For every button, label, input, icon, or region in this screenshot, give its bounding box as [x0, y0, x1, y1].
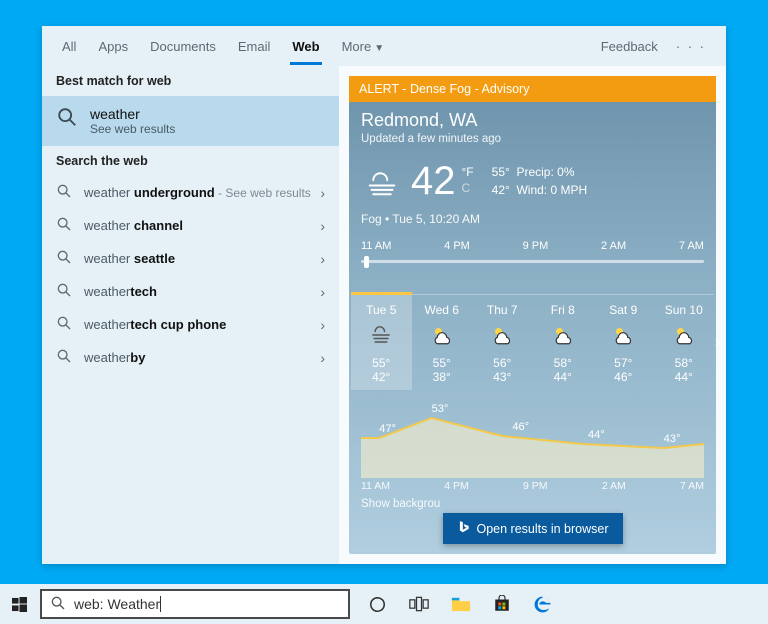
- fog-icon: [361, 161, 403, 206]
- condition-line: Fog • Tue 5, 10:20 AM: [349, 212, 716, 226]
- hour-label: 9 PM: [523, 480, 548, 492]
- forecast-day[interactable]: Sun 1058°44°: [654, 295, 715, 390]
- slider-thumb[interactable]: [364, 256, 369, 268]
- fog-icon: [351, 317, 412, 356]
- hour-slider[interactable]: 11 AM 4 PM 9 PM 2 AM 7 AM: [361, 240, 704, 280]
- start-button[interactable]: [8, 597, 30, 612]
- partly-icon: [472, 317, 533, 356]
- tab-web[interactable]: Web: [292, 39, 319, 54]
- taskbar-search[interactable]: web: Weather: [40, 589, 350, 619]
- svg-text:47°: 47°: [379, 423, 396, 435]
- tab-apps[interactable]: Apps: [98, 39, 128, 54]
- weather-location: Redmond, WA: [349, 102, 716, 133]
- weather-updated: Updated a few minutes ago: [349, 133, 716, 155]
- best-match-item[interactable]: weather See web results: [42, 96, 339, 146]
- hour-label: 7 AM: [679, 240, 704, 252]
- chevron-right-icon[interactable]: ›: [715, 334, 720, 352]
- bing-icon: [456, 520, 470, 537]
- cortana-icon[interactable]: [368, 595, 387, 614]
- results-column: Best match for web weather See web resul…: [42, 66, 339, 564]
- current-temp: 42: [411, 161, 456, 201]
- partly-icon: [533, 317, 594, 356]
- svg-text:43°: 43°: [664, 433, 681, 445]
- search-icon: [56, 348, 72, 367]
- file-explorer-icon[interactable]: [451, 596, 471, 613]
- chevron-right-icon[interactable]: ›: [320, 218, 325, 234]
- chevron-right-icon[interactable]: ›: [320, 317, 325, 333]
- best-match-title: weather: [90, 106, 325, 122]
- chevron-right-icon[interactable]: ›: [320, 251, 325, 267]
- search-icon: [56, 315, 72, 334]
- suggestion-item[interactable]: weather underground - See web results ›: [42, 176, 339, 209]
- chevron-right-icon[interactable]: ›: [320, 284, 325, 300]
- taskbar: web: Weather: [0, 584, 768, 624]
- hour-label: 4 PM: [444, 240, 470, 252]
- suggestion-item[interactable]: weatherby ›: [42, 341, 339, 374]
- temp-sparkline: 47° 53° 46° 44° 43°: [361, 398, 704, 478]
- edge-icon[interactable]: [533, 595, 552, 614]
- suggestion-item[interactable]: weather seattle ›: [42, 242, 339, 275]
- forecast-day[interactable]: Wed 655°38°: [412, 295, 473, 390]
- search-icon: [56, 249, 72, 268]
- chevron-down-icon: ▼: [374, 43, 384, 54]
- more-options-icon[interactable]: · · ·: [676, 39, 706, 54]
- current-stats: 55° Precip: 0% 42° Wind: 0 MPH: [492, 163, 588, 199]
- suggestion-item[interactable]: weather channel ›: [42, 209, 339, 242]
- search-icon: [56, 282, 72, 301]
- hour-label: 2 AM: [602, 480, 626, 492]
- task-view-icon[interactable]: [409, 596, 429, 612]
- search-panel: All Apps Documents Email Web More▼ Feedb…: [42, 26, 726, 564]
- hour-label: 11 AM: [361, 480, 390, 492]
- preview-column: ALERT - Dense Fog - Advisory Redmond, WA…: [339, 66, 726, 564]
- microsoft-store-icon[interactable]: [493, 595, 511, 613]
- best-match-header: Best match for web: [42, 66, 339, 96]
- forecast-day[interactable]: Fri 858°44°: [533, 295, 594, 390]
- show-background-link[interactable]: Show backgrou: [361, 498, 704, 510]
- chevron-right-icon[interactable]: ›: [320, 185, 325, 201]
- svg-text:44°: 44°: [588, 429, 605, 441]
- forecast-day[interactable]: Sat 957°46°: [593, 295, 654, 390]
- weather-alert[interactable]: ALERT - Dense Fog - Advisory: [349, 76, 716, 102]
- svg-text:46°: 46°: [512, 421, 529, 433]
- open-in-browser-button[interactable]: Open results in browser: [442, 513, 622, 544]
- search-icon: [56, 216, 72, 235]
- tab-documents[interactable]: Documents: [150, 39, 216, 54]
- hour-label: 7 AM: [680, 480, 704, 492]
- hour-label: 11 AM: [361, 240, 391, 252]
- hour-label: 2 AM: [601, 240, 626, 252]
- search-icon: [56, 106, 78, 131]
- suggestion-item[interactable]: weathertech cup phone ›: [42, 308, 339, 341]
- best-match-subtitle: See web results: [90, 122, 325, 136]
- hour-label: 9 PM: [523, 240, 549, 252]
- partly-icon: [412, 317, 473, 356]
- search-input-value[interactable]: web: Weather: [74, 596, 160, 612]
- tab-more[interactable]: More▼: [342, 39, 385, 54]
- temp-units[interactable]: °F C: [462, 165, 474, 196]
- search-icon: [56, 183, 72, 202]
- forecast-day[interactable]: Tue 555°42°: [351, 292, 412, 390]
- search-icon: [50, 595, 66, 614]
- svg-text:53°: 53°: [432, 403, 449, 415]
- feedback-link[interactable]: Feedback: [601, 39, 658, 54]
- suggestion-item[interactable]: weathertech ›: [42, 275, 339, 308]
- tab-all[interactable]: All: [62, 39, 76, 54]
- forecast-day[interactable]: Thu 756°43°: [472, 295, 533, 390]
- partly-icon: [654, 317, 715, 356]
- weather-card: ALERT - Dense Fog - Advisory Redmond, WA…: [349, 76, 716, 554]
- hour-label: 4 PM: [444, 480, 469, 492]
- tab-email[interactable]: Email: [238, 39, 271, 54]
- search-web-header: Search the web: [42, 146, 339, 176]
- partly-icon: [593, 317, 654, 356]
- chevron-right-icon[interactable]: ›: [320, 350, 325, 366]
- scope-tabs: All Apps Documents Email Web More▼ Feedb…: [42, 26, 726, 66]
